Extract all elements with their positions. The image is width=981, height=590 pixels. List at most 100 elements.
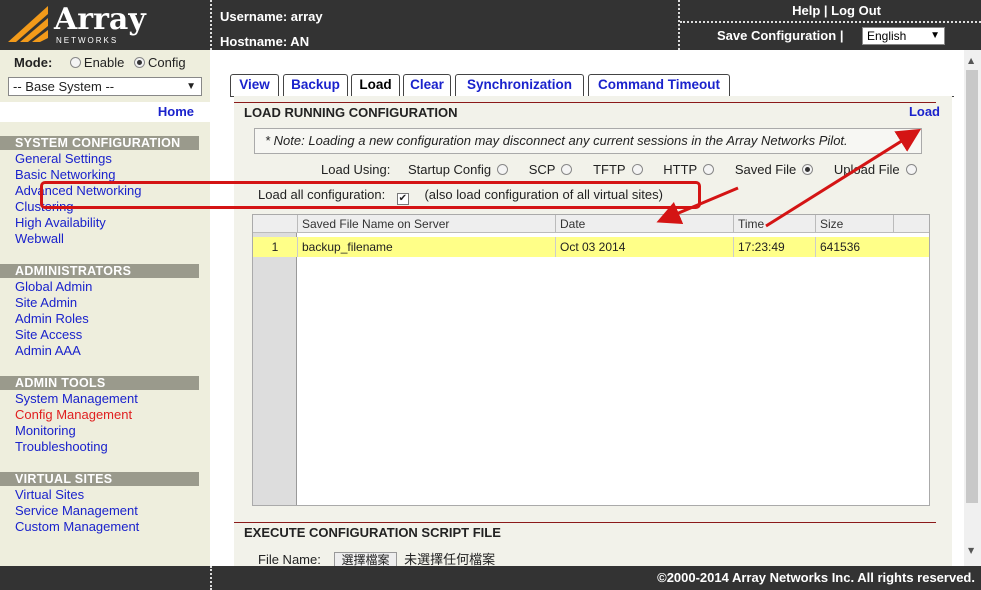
column-header-date[interactable]: Date [555,215,733,233]
nav-general-settings[interactable]: General Settings [15,151,141,167]
main-content: View Backup Load Clear Synchronization C… [210,50,964,566]
system-select[interactable]: -- Base System -- ▼ [8,77,202,96]
nav-webwall[interactable]: Webwall [15,231,141,247]
logo-subtext: NETWORKS [56,36,119,45]
header-divider [210,0,212,50]
footer-divider [210,566,212,590]
row-number: 1 [271,240,279,254]
tab-clear[interactable]: Clear [403,74,451,96]
scp-radio[interactable] [561,164,573,175]
saved-file-radio[interactable] [802,164,814,175]
startup-config-radio[interactable] [497,164,509,175]
option-upload-file-label: Upload File [833,162,900,177]
cell-time: 17:23:49 [733,237,815,257]
tab-backup[interactable]: Backup [283,74,348,96]
scroll-down-icon[interactable]: ▼ [968,546,974,555]
header-dotted-divider [680,21,981,23]
tab-synchronization[interactable]: Synchronization [455,74,584,96]
top-bar: Array NETWORKS Username: array Hostname:… [0,0,981,50]
mode-enable-radio[interactable] [69,57,81,68]
logout-link[interactable]: Log Out [831,3,881,18]
upload-file-radio[interactable] [905,164,917,175]
row-number-gutter [253,215,297,505]
mode-config-label: Config [148,55,186,70]
option-scp-label: SCP [528,162,556,177]
scroll-up-icon[interactable]: ▲ [968,56,974,65]
mode-selector: Mode: Enable Config [14,55,186,70]
username-label: Username: array [220,9,323,24]
tab-view[interactable]: View [230,74,279,96]
column-header-file-name[interactable]: Saved File Name on Server [297,215,555,233]
load-panel: LOAD RUNNING CONFIGURATION Load * Note: … [234,96,952,566]
option-saved-file: Saved File [735,162,816,177]
mode-label: Mode: [14,55,53,70]
nav-troubleshooting[interactable]: Troubleshooting [15,439,138,455]
load-using-options: Load Using: Startup Config SCP TFTP HTTP… [321,162,920,177]
section-administrators: ADMINISTRATORS [0,264,199,278]
nav-virtual-sites[interactable]: Virtual Sites [15,487,139,503]
saved-files-table: Saved File Name on Server Date Time Size… [252,214,930,506]
tab-load[interactable]: Load [351,74,400,98]
nav-list-virtual-sites: Virtual Sites Service Management Custom … [15,487,139,535]
section-system-configuration: SYSTEM CONFIGURATION [0,136,199,150]
session-info: Username: array Hostname: AN [220,4,323,54]
nav-config-management[interactable]: Config Management [15,407,138,423]
option-http-label: HTTP [663,162,698,177]
http-radio[interactable] [703,164,715,175]
logo-mark-icon [8,6,48,42]
array-networks-logo: Array NETWORKS [0,0,210,50]
tftp-radio[interactable] [631,164,643,175]
section-virtual-sites: VIRTUAL SITES [0,472,199,486]
nav-global-admin[interactable]: Global Admin [15,279,92,295]
option-tftp-label: TFTP [593,162,626,177]
option-saved-file-label: Saved File [734,162,797,177]
option-http: HTTP [663,162,717,177]
nav-service-management[interactable]: Service Management [15,503,139,519]
file-name-label: File Name: [258,552,321,566]
nav-admin-aaa[interactable]: Admin AAA [15,343,92,359]
table-header: Saved File Name on Server Date Time Size [253,215,929,233]
nav-list-admin-tools: System Management Config Management Moni… [15,391,138,455]
option-scp: SCP [529,162,576,177]
file-name-row: File Name: 選擇檔案 未選擇任何檔案 [258,549,495,566]
help-link[interactable]: Help [792,3,820,18]
system-select-value: -- Base System -- [13,79,115,94]
row-highlight-annotation [40,181,701,209]
nav-system-management[interactable]: System Management [15,391,138,407]
language-select[interactable]: English ▼ [862,27,945,45]
option-startup-config: Startup Config [408,162,511,177]
help-logout-links: Help | Log Out [792,3,881,18]
load-link[interactable]: Load [909,104,940,119]
mode-config-radio[interactable] [134,57,146,68]
save-configuration-link[interactable]: Save Configuration [717,28,836,43]
option-startup-config-label: Startup Config [408,162,492,177]
load-note: * Note: Loading a new configuration may … [254,128,922,154]
option-tftp: TFTP [593,162,646,177]
nav-high-availability[interactable]: High Availability [15,215,141,231]
dropdown-arrow-icon: ▼ [186,81,196,92]
scrollbar-thumb[interactable] [966,70,978,503]
sidebar: Mode: Enable Config -- Base System -- ▼ … [0,50,210,566]
home-link[interactable]: Home [158,104,194,119]
vertical-scrollbar[interactable]: ▲ ▼ [964,50,981,566]
choose-file-button[interactable]: 選擇檔案 [334,552,397,566]
cell-date: Oct 03 2014 [555,237,733,257]
section-admin-tools: ADMIN TOOLS [0,376,199,390]
logo-wordmark: Array [54,2,146,37]
column-header-time[interactable]: Time [733,215,815,233]
nav-custom-management[interactable]: Custom Management [15,519,139,535]
nav-site-admin[interactable]: Site Admin [15,295,92,311]
option-upload-file: Upload File [834,162,920,177]
nav-monitoring[interactable]: Monitoring [15,423,138,439]
nav-admin-roles[interactable]: Admin Roles [15,311,92,327]
load-using-label: Load Using: [321,162,391,177]
link-separator: | [839,28,844,43]
save-configuration-area: Save Configuration | [717,28,843,43]
no-file-text: 未選擇任何檔案 [404,552,496,566]
table-row[interactable]: 1 backup_filename Oct 03 2014 17:23:49 6… [253,237,929,257]
cell-size: 641536 [815,237,893,257]
nav-site-access[interactable]: Site Access [15,327,92,343]
tab-command-timeout[interactable]: Command Timeout [588,74,730,96]
column-header-size[interactable]: Size [815,215,893,233]
nav-list-administrators: Global Admin Site Admin Admin Roles Site… [15,279,92,359]
